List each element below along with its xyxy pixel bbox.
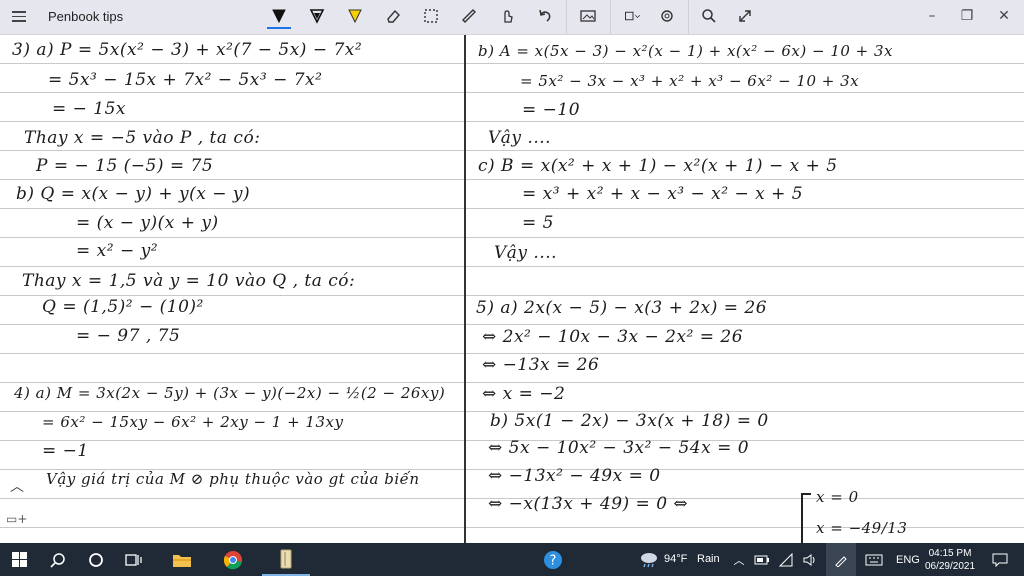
shape-icon[interactable] [618, 5, 648, 27]
note-line: = 5x³ − 15x + 7x² − 5x³ − 7x² [48, 70, 323, 90]
note-line: = (x − y)(x + y) [76, 213, 219, 233]
zoom-icon[interactable] [697, 5, 721, 27]
note-line: = 6x² − 15xy − 6x² + 2xy − 1 + 13xy [42, 413, 344, 431]
note-line: 3) a) P = 5x(x² − 3) + x²(7 − 5x) − 7x² [12, 40, 363, 60]
note-line: Thay x = −5 vào P , ta có: [24, 128, 261, 148]
app-title: Penbook tips [48, 9, 124, 24]
note-line: b) 5x(1 − 2x) − 3x(x + 18) = 0 [490, 411, 769, 431]
note-line: ⇔ −x(13x + 49) = 0 ⇔ [488, 494, 689, 514]
undo-icon[interactable] [533, 5, 557, 27]
note-line: = − 15x [52, 99, 127, 119]
maximize-button[interactable]: ❐ [957, 6, 977, 26]
windows-start-icon[interactable] [0, 543, 38, 576]
settings-icon[interactable] [655, 5, 679, 27]
note-line: b) Q = x(x − y) + y(x − y) [16, 184, 251, 204]
file-explorer-icon[interactable] [164, 543, 200, 576]
system-clock[interactable]: 04:15 PM 06/29/2021 [916, 547, 984, 573]
expand-icon[interactable] [733, 5, 757, 27]
chevron-up-icon[interactable]: ︿ [10, 476, 24, 496]
volume-icon[interactable] [800, 543, 820, 576]
note-line: P = − 15 (−5) = 75 [36, 156, 214, 176]
title-bar: Penbook tips – ❐ ✕ [0, 0, 1024, 35]
close-button[interactable]: ✕ [994, 6, 1014, 26]
note-line: b) A = x(5x − 3) − x²(x − 1) + x(x² − 6x… [478, 42, 894, 60]
ruler-icon[interactable] [457, 5, 481, 27]
solution-bracket [801, 493, 811, 547]
image-icon[interactable] [576, 5, 600, 27]
chevron-up-icon[interactable]: ︿ [730, 543, 748, 576]
clock-date: 06/29/2021 [924, 561, 976, 572]
taskbar: ? 94°F Rain ︿ ENG 04:15 PM 06/29/2021 [0, 543, 1024, 576]
help-icon[interactable]: ? [540, 543, 566, 576]
note-line: ⇔ −13x = 26 [482, 355, 600, 375]
note-line: Vậy giá trị của M ⊘ phụ thuộc vào gt của… [46, 470, 420, 488]
pen-tool-outline-icon[interactable] [305, 5, 329, 27]
search-icon[interactable] [40, 543, 76, 576]
chrome-icon[interactable] [214, 543, 252, 576]
note-line: = 5x² − 3x − x³ + x² + x³ − 6x² − 10 + 3… [520, 72, 860, 90]
hamburger-menu-icon[interactable] [12, 9, 26, 23]
note-line: x = 0 [816, 488, 859, 506]
note-line: ⇔ x = −2 [482, 384, 566, 404]
pen-workspace-icon[interactable] [826, 543, 856, 576]
weather-rain-icon [637, 543, 661, 576]
task-view-icon[interactable] [116, 543, 152, 576]
note-line: x = −49/13 [816, 519, 908, 537]
clock-time: 04:15 PM [928, 548, 972, 559]
touch-keyboard-icon[interactable] [862, 543, 886, 576]
eraser-icon[interactable] [381, 5, 405, 27]
note-line: ⇔ 2x² − 10x − 3x − 2x² = 26 [482, 327, 744, 347]
minimize-button[interactable]: – [922, 6, 942, 26]
cortana-icon[interactable] [78, 543, 114, 576]
notifications-icon[interactable] [988, 543, 1012, 576]
note-line: ⇔ 5x − 10x² − 3x² − 54x = 0 [488, 438, 750, 458]
note-line: = −1 [42, 441, 89, 461]
column-divider [464, 35, 466, 543]
highlighter-icon[interactable] [343, 5, 367, 27]
note-line: c) B = x(x² + x + 1) − x²(x + 1) − x + 5 [478, 156, 838, 176]
lasso-select-icon[interactable] [419, 5, 443, 27]
note-line: = − 97 , 75 [76, 326, 181, 346]
penbook-app-icon[interactable] [262, 543, 310, 576]
note-line: = 5 [522, 213, 554, 233]
note-line: 5) a) 2x(x − 5) − x(3 + 2x) = 26 [476, 298, 768, 318]
pen-tool-black-icon[interactable] [267, 5, 291, 29]
note-line: Q = (1,5)² − (10)² [42, 297, 204, 317]
note-line: = x² − y² [76, 241, 159, 261]
note-line: Vậy .... [488, 128, 552, 148]
weather-temperature: 94°F [664, 553, 688, 565]
note-line: ⇔ −13x² − 49x = 0 [488, 466, 661, 486]
battery-icon[interactable] [752, 543, 772, 576]
note-line: = −10 [522, 100, 581, 120]
note-line: 4) a) M = 3x(2x − 5y) + (3x − y)(−2x) − … [14, 384, 446, 402]
note-line: Thay x = 1,5 và y = 10 vào Q , ta có: [22, 271, 356, 291]
page-list-icon[interactable]: ▭+ [6, 512, 27, 526]
touch-writing-icon[interactable] [495, 5, 519, 27]
svg-text:?: ? [550, 553, 557, 568]
note-line: = x³ + x² + x − x³ − x² − x + 5 [522, 184, 804, 204]
weather-condition: Rain [697, 553, 720, 565]
network-icon[interactable] [776, 543, 796, 576]
note-line: Vậy .... [494, 243, 558, 263]
